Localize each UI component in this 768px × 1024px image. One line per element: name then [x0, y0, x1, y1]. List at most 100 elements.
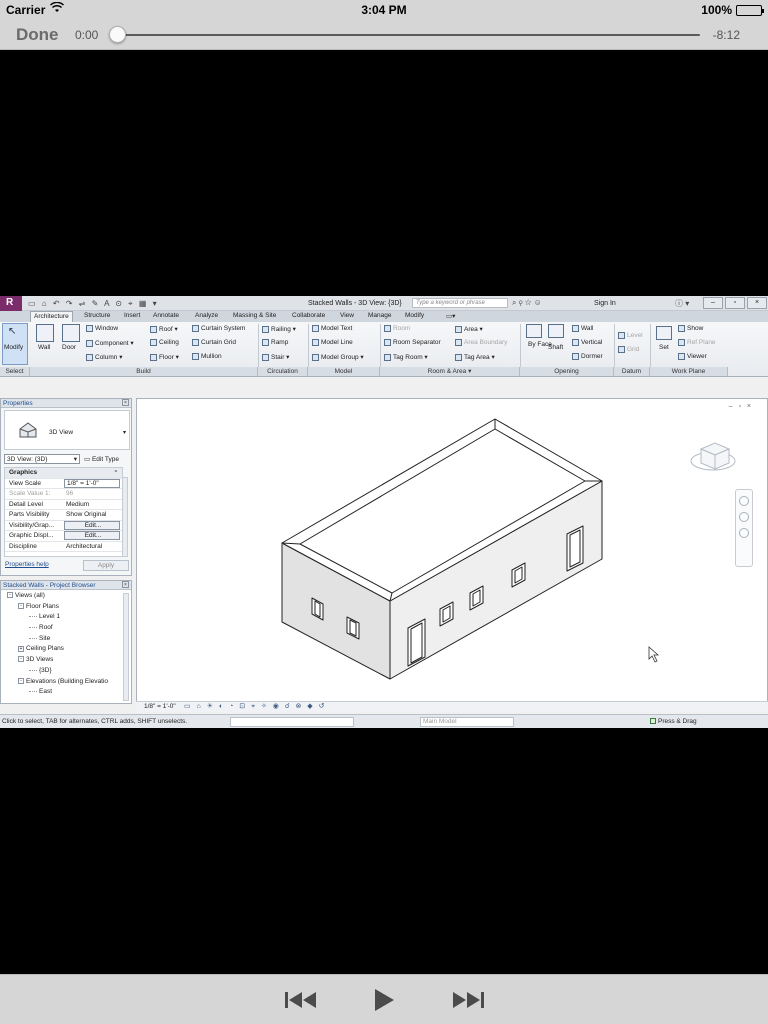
building-model[interactable]	[137, 399, 768, 703]
curtain-grid-button[interactable]: Curtain Grid	[192, 339, 236, 346]
tab-collaborate[interactable]: Collaborate	[292, 312, 325, 319]
select-group-label[interactable]: Select	[0, 367, 30, 376]
stair-button[interactable]: Stair ▾	[262, 353, 289, 361]
instance-selector[interactable]: 3D View: {3D} ▾	[4, 454, 80, 464]
ceiling-button[interactable]: Ceiling	[150, 339, 179, 346]
collapse-icon[interactable]: -	[18, 677, 24, 684]
wall-icon[interactable]	[36, 324, 54, 342]
by-face-icon[interactable]	[526, 324, 542, 338]
area-button[interactable]: Area ▾	[455, 325, 483, 333]
viewer-button[interactable]: Viewer	[678, 353, 707, 360]
navigation-bar[interactable]	[735, 489, 753, 567]
vertical-button[interactable]: Vertical	[572, 339, 602, 346]
properties-scrollbar[interactable]	[122, 477, 128, 557]
close-icon[interactable]: ×	[122, 581, 129, 588]
grid-button[interactable]: Grid	[618, 346, 639, 353]
properties-help-link[interactable]: Properties help	[5, 561, 49, 568]
room-button[interactable]: Room	[384, 325, 410, 332]
steering-wheel-icon[interactable]	[739, 496, 749, 506]
ramp-button[interactable]: Ramp	[262, 339, 288, 346]
browser-node[interactable]: Site	[1, 634, 123, 645]
tab-massing-site[interactable]: Massing & Site	[233, 312, 276, 319]
tab-insert[interactable]: Insert	[124, 312, 140, 319]
zoom-icon[interactable]	[739, 512, 749, 522]
mullion-button[interactable]: Mullion	[192, 353, 222, 360]
done-button[interactable]: Done	[16, 25, 59, 45]
tag-area-button[interactable]: Tag Area ▾	[455, 353, 495, 361]
help-icon[interactable]: ⓘ ▾	[675, 298, 689, 309]
tab-structure[interactable]: Structure	[84, 312, 110, 319]
tab-architecture[interactable]: Architecture	[30, 311, 73, 322]
set-button[interactable]: Set	[659, 344, 669, 351]
property-row[interactable]: Scale Value 1: 96	[5, 489, 122, 500]
browser-scrollbar[interactable]	[123, 593, 129, 701]
set-icon[interactable]	[656, 326, 672, 340]
sign-in-link[interactable]: Sign In	[594, 300, 616, 307]
tag-room-button[interactable]: Tag Room ▾	[384, 353, 428, 361]
browser-node[interactable]: East	[1, 687, 123, 698]
collapse-icon[interactable]: -	[18, 602, 24, 609]
quick-access-toolbar[interactable]: ▭ ⌂ ↶ ↷ ⇌ ✎ A ⊙ ⌖ ▦ ▾	[28, 299, 159, 309]
browser-node[interactable]: Roof	[1, 623, 123, 634]
browser-node[interactable]: - Floor Plans	[1, 602, 123, 613]
design-option-box[interactable]: Main Model	[420, 717, 514, 727]
door-icon[interactable]	[62, 324, 80, 342]
model-line-button[interactable]: Model Line	[312, 339, 353, 346]
type-selector[interactable]: 3D View ▾	[4, 410, 130, 450]
browser-node[interactable]: Level 1	[1, 612, 123, 623]
collapse-icon[interactable]: -	[7, 592, 13, 599]
3d-view-canvas[interactable]: – ▫ ×	[136, 398, 768, 712]
browser-node[interactable]: - Elevations (Building Elevatio	[1, 677, 123, 688]
previous-track-button[interactable]	[284, 988, 318, 1012]
close-icon[interactable]: ×	[122, 399, 129, 406]
restore-icon[interactable]: ▫	[725, 297, 745, 309]
show-button[interactable]: Show	[678, 325, 703, 332]
collapse-icon[interactable]: -	[18, 656, 24, 663]
press-drag-toggle[interactable]: Press & Drag	[650, 718, 697, 725]
infocenter-icons[interactable]: ⌕ ⚲ ☆ ☺	[512, 298, 542, 308]
view-control-icons[interactable]: ▭ ⌂ ☀ ◐ ◔ ⊡ ⌖ ✧ ◉ ☌ ⊗ ◆ ↺	[184, 702, 327, 711]
collapse-icon[interactable]: ⌃	[114, 468, 118, 478]
minimize-icon[interactable]: –	[703, 297, 723, 309]
browser-node[interactable]: - Views (all)	[1, 591, 123, 602]
roof-button[interactable]: Roof ▾	[150, 325, 178, 333]
browser-node[interactable]: {3D}	[1, 666, 123, 677]
property-group-header[interactable]: Graphics ⌃	[5, 468, 122, 479]
revit-app-button[interactable]	[0, 296, 22, 311]
edit-button[interactable]: Edit...	[64, 531, 120, 540]
apply-button[interactable]: Apply	[83, 560, 129, 571]
ribbon-options-icon[interactable]: ▭▾	[446, 312, 455, 320]
datum-group-label[interactable]: Datum	[614, 367, 650, 376]
window-button[interactable]: Window	[86, 325, 118, 332]
model-group-label[interactable]: Model	[308, 367, 380, 376]
orbit-icon[interactable]	[739, 528, 749, 538]
video-frame[interactable]: ▭ ⌂ ↶ ↷ ⇌ ✎ A ⊙ ⌖ ▦ ▾ Stacked Walls - 3D…	[0, 296, 768, 728]
property-value[interactable]: 1/8" = 1'-0"	[64, 478, 120, 488]
tab-annotate[interactable]: Annotate	[153, 312, 179, 319]
area-boundary-button[interactable]: Area Boundary	[455, 339, 507, 346]
edit-type-button[interactable]: ▭ Edit Type	[84, 455, 119, 463]
shaft-icon[interactable]	[548, 324, 564, 338]
opening-wall-button[interactable]: Wall	[572, 325, 593, 332]
browser-node[interactable]: -3D Views	[1, 655, 123, 666]
wall-button[interactable]: Wall	[38, 344, 50, 351]
tab-view[interactable]: View	[340, 312, 354, 319]
property-row[interactable]: Parts Visibility Show Original	[5, 510, 122, 521]
close-icon[interactable]: ×	[747, 297, 767, 309]
tab-modify[interactable]: Modify	[405, 312, 424, 319]
next-track-button[interactable]	[451, 988, 485, 1012]
shaft-button[interactable]: Shaft	[548, 344, 563, 351]
tab-analyze[interactable]: Analyze	[195, 312, 218, 319]
ref-plane-button[interactable]: Ref Plane	[678, 339, 716, 346]
play-button[interactable]	[372, 988, 396, 1012]
floor-button[interactable]: Floor ▾	[150, 353, 179, 361]
workset-box[interactable]	[230, 717, 354, 727]
tab-manage[interactable]: Manage	[368, 312, 392, 319]
level-button[interactable]: Level	[618, 332, 643, 339]
property-row[interactable]: Discipline Architectural	[5, 542, 122, 552]
browser-node[interactable]: + Ceiling Plans	[1, 644, 123, 655]
view-scale[interactable]: 1/8" = 1'-0"	[144, 703, 176, 710]
search-input[interactable]: Type a keyword or phrase	[412, 298, 508, 308]
dormer-button[interactable]: Dormer	[572, 353, 603, 360]
property-row[interactable]: View Scale 1/8" = 1'-0"	[5, 478, 122, 489]
